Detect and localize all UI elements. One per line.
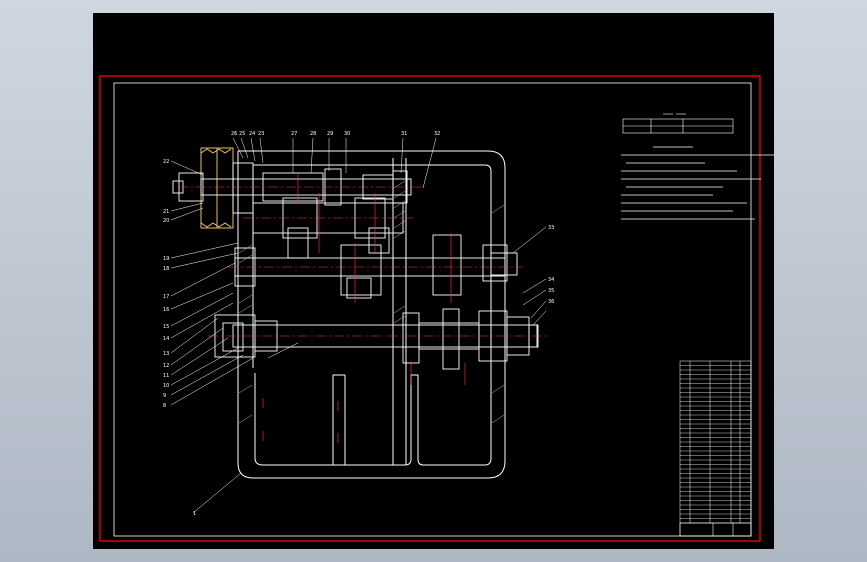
gearbox-housing: [237, 150, 506, 479]
title-block: [679, 522, 752, 537]
balloon-24: 24: [249, 131, 255, 137]
balloon-30: 30: [344, 131, 350, 137]
assembly-drawing: 26 25 24 23 27 28 29 30 31 32 22 21 20 1…: [99, 75, 774, 542]
balloon-21: 21: [163, 209, 169, 215]
second-shaft: [252, 197, 404, 259]
balloon-16: 16: [163, 307, 169, 313]
balloon-17: 17: [163, 294, 169, 300]
wall-hatching: [238, 180, 505, 424]
balloon-25: 25: [239, 131, 245, 137]
balloon-29: 29: [327, 131, 333, 137]
balloon-28: 28: [310, 131, 316, 137]
balloon-31: 31: [401, 131, 407, 137]
leader-lines: [170, 137, 547, 514]
balloon-12: 12: [163, 363, 169, 369]
red-marks: [262, 173, 466, 443]
balloon-13: 13: [163, 351, 169, 357]
pulley-hub: [172, 162, 254, 214]
balloon-1: 1: [193, 511, 196, 517]
balloon-36: 36: [548, 299, 554, 305]
middle-shaft: [234, 234, 518, 299]
balloon-18: 18: [163, 266, 169, 272]
balloon-9: 9: [163, 393, 166, 399]
balloon-22: 22: [163, 159, 169, 165]
pulley: [200, 147, 234, 229]
balloon-20: 20: [163, 218, 169, 224]
balloon-33: 33: [548, 225, 554, 231]
balloon-34: 34: [548, 277, 554, 283]
balloon-26: 26: [231, 131, 237, 137]
balloon-10: 10: [163, 383, 169, 389]
balloon-14: 14: [163, 336, 169, 342]
outer-border: [99, 75, 761, 542]
parts-list: [679, 360, 752, 537]
characteristics-table: [622, 118, 734, 134]
balloon-19: 19: [163, 256, 169, 262]
balloon-15: 15: [163, 324, 169, 330]
cad-viewport[interactable]: 26 25 24 23 27 28 29 30 31 32 22 21 20 1…: [93, 13, 774, 549]
balloon-27: 27: [291, 131, 297, 137]
balloon-32: 32: [434, 131, 440, 137]
parts-list-rows: [680, 365, 751, 519]
balloon-23: 23: [258, 131, 264, 137]
balloon-35: 35: [548, 288, 554, 294]
balloon-11: 11: [163, 373, 169, 379]
lower-shaft: [214, 308, 539, 370]
balloon-8: 8: [163, 403, 166, 409]
balloon-labels: 26 25 24 23 27 28 29 30 31 32 22 21 20 1…: [163, 131, 554, 517]
